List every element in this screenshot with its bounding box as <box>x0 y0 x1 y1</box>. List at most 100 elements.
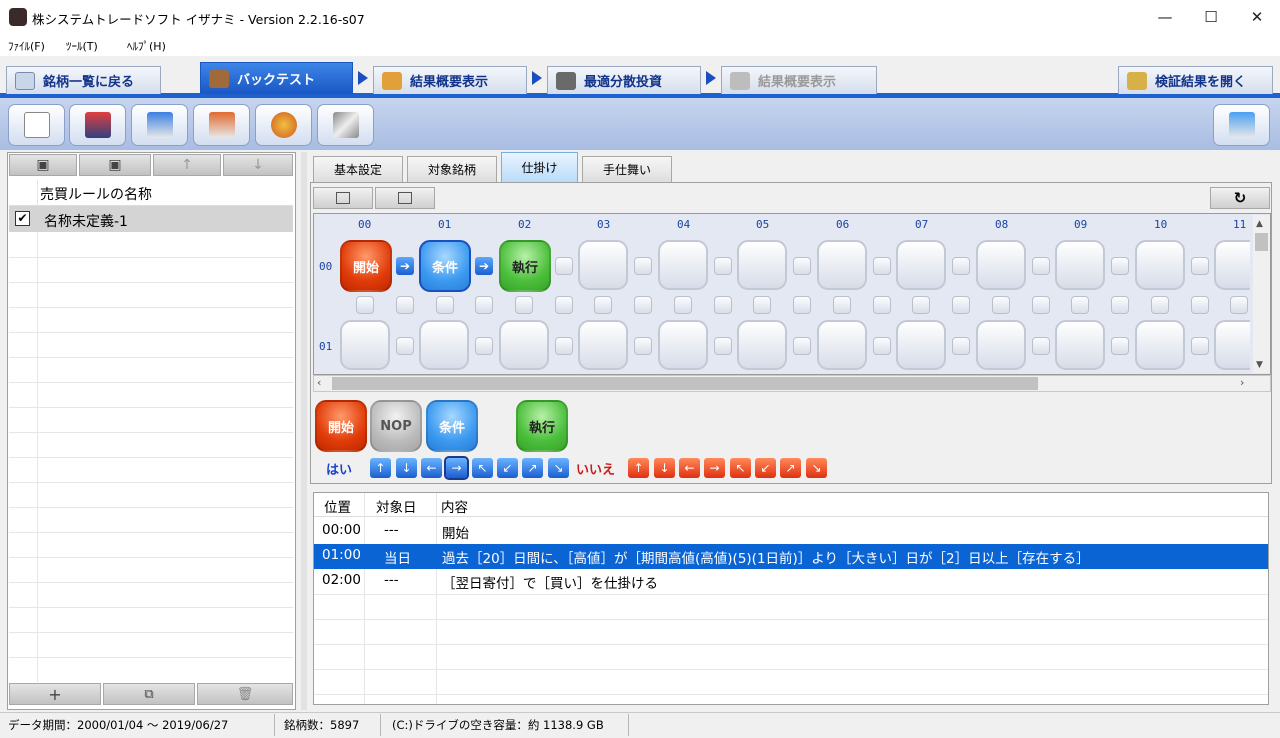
grid-connector[interactable] <box>634 337 652 355</box>
tab-result-summary[interactable]: 結果概要表示 <box>373 66 527 94</box>
grid-connector[interactable] <box>555 337 573 355</box>
grid-connector[interactable] <box>555 257 573 275</box>
move-down-button[interactable]: ↓ <box>223 154 293 176</box>
grid-slot[interactable] <box>976 320 1026 370</box>
grid-connector[interactable] <box>396 296 414 314</box>
grid-slot[interactable] <box>578 240 628 290</box>
yes-arrow-down-left-icon[interactable]: ↙ <box>497 458 518 478</box>
grid-connector[interactable] <box>793 296 811 314</box>
grid-connector[interactable] <box>1230 296 1248 314</box>
vertical-scroll-thumb[interactable] <box>1255 233 1268 251</box>
grid-connector[interactable] <box>753 296 771 314</box>
delete-rule-button[interactable]: 🗑 <box>197 683 293 705</box>
save-button[interactable]: ▣ <box>9 154 77 176</box>
grid-connector[interactable] <box>1032 337 1050 355</box>
grid-slot[interactable] <box>737 240 787 290</box>
tab-open-verification[interactable]: 検証結果を開く <box>1118 66 1273 94</box>
move-up-button[interactable]: ↑ <box>153 154 221 176</box>
start-node[interactable]: 開始 <box>340 240 392 292</box>
refresh-button[interactable]: ↻ <box>1210 187 1270 209</box>
grid-connector[interactable] <box>1191 337 1209 355</box>
tab-back-to-list[interactable]: 銘柄一覧に戻る <box>6 66 161 94</box>
tab-target-stocks[interactable]: 対象銘柄 <box>407 156 497 182</box>
yes-arrow-left-icon[interactable]: ← <box>421 458 442 478</box>
grid-connector[interactable] <box>833 296 851 314</box>
grid-connector[interactable] <box>1071 296 1089 314</box>
grid-connector[interactable] <box>793 337 811 355</box>
grid-slot[interactable] <box>419 320 469 370</box>
tab-optimal-allocation[interactable]: 最適分散投資 <box>547 66 701 94</box>
tab-exit[interactable]: 手仕舞い <box>582 156 672 182</box>
import-button[interactable] <box>69 104 126 146</box>
palette-start[interactable]: 開始 <box>315 400 367 452</box>
yes-arrow-up-icon[interactable]: ↑ <box>370 458 391 478</box>
palette-execute[interactable]: 執行 <box>516 400 568 452</box>
grid-slot[interactable] <box>976 240 1026 290</box>
grid-slot[interactable] <box>658 240 708 290</box>
download-button[interactable] <box>313 187 373 209</box>
grid-connector[interactable] <box>1151 296 1169 314</box>
grid-connector[interactable] <box>714 296 732 314</box>
menu-file[interactable]: ﾌｧｲﾙ(F) <box>8 38 45 54</box>
grid-connector[interactable] <box>515 296 533 314</box>
grid-connector[interactable] <box>714 337 732 355</box>
grid-connector[interactable] <box>1111 257 1129 275</box>
no-arrow-down-icon[interactable]: ↓ <box>654 458 675 478</box>
grid-connector[interactable] <box>436 296 454 314</box>
grid-connector[interactable] <box>674 296 692 314</box>
grid-connector[interactable] <box>714 257 732 275</box>
maximize-button[interactable]: ☐ <box>1188 0 1234 34</box>
grid-slot[interactable] <box>1055 240 1105 290</box>
grid-connector[interactable] <box>952 257 970 275</box>
add-rule-button[interactable]: + <box>9 683 101 705</box>
save-as-button[interactable]: ▣ <box>79 154 151 176</box>
tab-basic-settings[interactable]: 基本設定 <box>313 156 403 182</box>
grid-slot[interactable] <box>817 320 867 370</box>
yes-arrow-down-icon[interactable]: ↓ <box>396 458 417 478</box>
column-header-content[interactable]: 内容 <box>441 496 468 516</box>
grid-connector[interactable] <box>356 296 374 314</box>
scroll-left-icon[interactable]: ‹ <box>317 376 321 389</box>
palette-button[interactable] <box>255 104 312 146</box>
condition-node[interactable]: 条件 <box>419 240 471 292</box>
yes-arrow-up-left-icon[interactable]: ↖ <box>472 458 493 478</box>
grid-connector[interactable] <box>396 337 414 355</box>
grid-slot[interactable] <box>1135 320 1185 370</box>
grid-connector[interactable] <box>634 257 652 275</box>
tab-entry[interactable]: 仕掛け <box>501 152 578 182</box>
grid-connector[interactable] <box>475 337 493 355</box>
scroll-right-icon[interactable]: › <box>1240 376 1244 389</box>
grid-connector[interactable] <box>475 296 493 314</box>
grid-slot[interactable] <box>896 240 946 290</box>
grid-slot[interactable] <box>1135 240 1185 290</box>
grid-connector[interactable] <box>1111 296 1129 314</box>
splitter[interactable] <box>301 152 307 710</box>
grid-connector[interactable] <box>1191 296 1209 314</box>
grid-slot[interactable] <box>737 320 787 370</box>
tab-backtest[interactable]: バックテスト <box>200 62 353 94</box>
grid-connector[interactable] <box>912 296 930 314</box>
table-row-selected[interactable]: 01:00 当日 過去［20］日間に、［高値］が［期間高値(高値)(5)(1日前… <box>314 544 1268 569</box>
exit-button[interactable] <box>1213 104 1270 146</box>
grid-connector[interactable] <box>1191 257 1209 275</box>
grid-connector[interactable] <box>634 296 652 314</box>
palette-nop[interactable]: NOP <box>370 400 422 452</box>
scroll-down-icon[interactable]: ▼ <box>1256 360 1263 370</box>
grid-slot[interactable] <box>1055 320 1105 370</box>
grid-connector[interactable] <box>1032 296 1050 314</box>
grid-connector[interactable] <box>793 257 811 275</box>
table-row[interactable]: 00:00 --- 開始 <box>314 519 1268 544</box>
grid-connector[interactable] <box>992 296 1010 314</box>
no-arrow-down-right-icon[interactable]: ↘ <box>806 458 827 478</box>
grid-connector[interactable] <box>873 257 891 275</box>
grid-slot[interactable] <box>817 240 867 290</box>
column-header-position[interactable]: 位置 <box>324 496 351 516</box>
column-header-day[interactable]: 対象日 <box>376 496 417 516</box>
horizontal-scroll-thumb[interactable] <box>332 377 1038 390</box>
grid-slot[interactable] <box>1214 240 1250 290</box>
no-arrow-right-icon[interactable]: → <box>704 458 725 478</box>
grid-connector[interactable] <box>555 296 573 314</box>
grid-slot[interactable] <box>896 320 946 370</box>
no-arrow-down-left-icon[interactable]: ↙ <box>755 458 776 478</box>
grid-connector[interactable] <box>1111 337 1129 355</box>
